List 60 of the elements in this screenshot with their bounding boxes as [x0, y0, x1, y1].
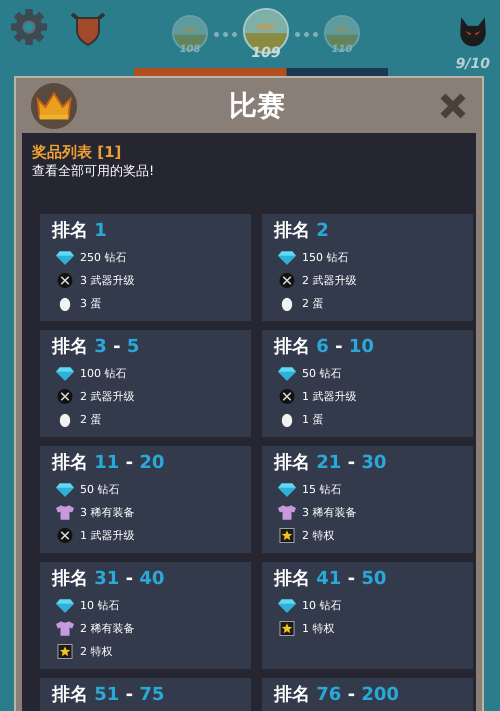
reward-text: 50 钻石: [302, 366, 342, 381]
diamond-icon: [278, 598, 296, 613]
rank-title: 排名 6 - 10: [274, 335, 375, 358]
crossed-tools-icon: [56, 273, 74, 288]
reward-text: 10 钻石: [302, 598, 342, 613]
reward-text: 2 武器升级: [302, 273, 356, 288]
shirt-icon: [278, 505, 296, 520]
rank-title: 排名 3 - 5: [52, 335, 140, 358]
diamond-icon: [278, 366, 296, 381]
level-node[interactable]: [172, 14, 208, 50]
reward-text: 2 武器升级: [80, 389, 134, 404]
reward-text: 2 特权: [80, 644, 112, 659]
energy-count: 9/10: [456, 56, 490, 72]
reward-text: 100 钻石: [80, 366, 126, 381]
rank-title: 排名 41 - 50: [274, 567, 388, 590]
level-node[interactable]: [324, 14, 360, 50]
level-number: 108: [180, 44, 200, 54]
diamond-icon: [56, 366, 74, 381]
rank-title: 排名 1: [52, 219, 108, 242]
reward-text: 3 稀有装备: [80, 505, 134, 520]
diamond-icon: [56, 598, 74, 613]
reward-text: 2 蛋: [302, 296, 324, 311]
dialog-title: 比赛: [229, 88, 285, 124]
reward-text: 1 特权: [302, 621, 334, 636]
reward-text: 2 蛋: [80, 412, 102, 427]
level-number: 110: [332, 44, 352, 54]
reward-text: 10 钻石: [80, 598, 120, 613]
reward-text: 150 钻石: [302, 250, 348, 265]
diamond-icon: [56, 482, 74, 497]
section-title: 奖品列表 [1]: [32, 143, 122, 162]
rank-title: 排名 21 - 30: [274, 451, 388, 474]
reward-text: 50 钻石: [80, 482, 120, 497]
reward-text: 3 稀有装备: [302, 505, 356, 520]
reward-text: 3 武器升级: [80, 273, 134, 288]
reward-text: 2 特权: [302, 528, 334, 543]
rank-title: 排名 2: [274, 219, 330, 242]
rank-title: 排名 31 - 40: [52, 567, 166, 590]
reward-text: 1 武器升级: [302, 389, 356, 404]
crossed-tools-icon: [56, 528, 74, 543]
shirt-icon: [56, 505, 74, 520]
crossed-tools-icon: [278, 273, 296, 288]
rank-title: 排名 11 - 20: [52, 451, 166, 474]
rank-title: 排名 76 - 200: [274, 683, 400, 706]
crossed-tools-icon: [56, 389, 74, 404]
section-subtitle: 查看全部可用的奖品!: [32, 163, 156, 180]
shirt-icon: [56, 621, 74, 636]
reward-text: 3 蛋: [80, 296, 102, 311]
reward-text: 1 武器升级: [80, 528, 134, 543]
crown-icon: [30, 82, 78, 130]
diamond-icon: [278, 250, 296, 265]
reward-text: 15 钻石: [302, 482, 342, 497]
crossed-tools-icon: [278, 389, 296, 404]
reward-text: 1 蛋: [302, 412, 324, 427]
settings-icon[interactable]: [10, 8, 48, 46]
diamond-icon: [56, 250, 74, 265]
rank-title: 排名 51 - 75: [52, 683, 166, 706]
reward-text: 250 钻石: [80, 250, 126, 265]
diamond-icon: [278, 482, 296, 497]
close-icon: [438, 90, 468, 120]
reward-text: 2 稀有装备: [80, 621, 134, 636]
